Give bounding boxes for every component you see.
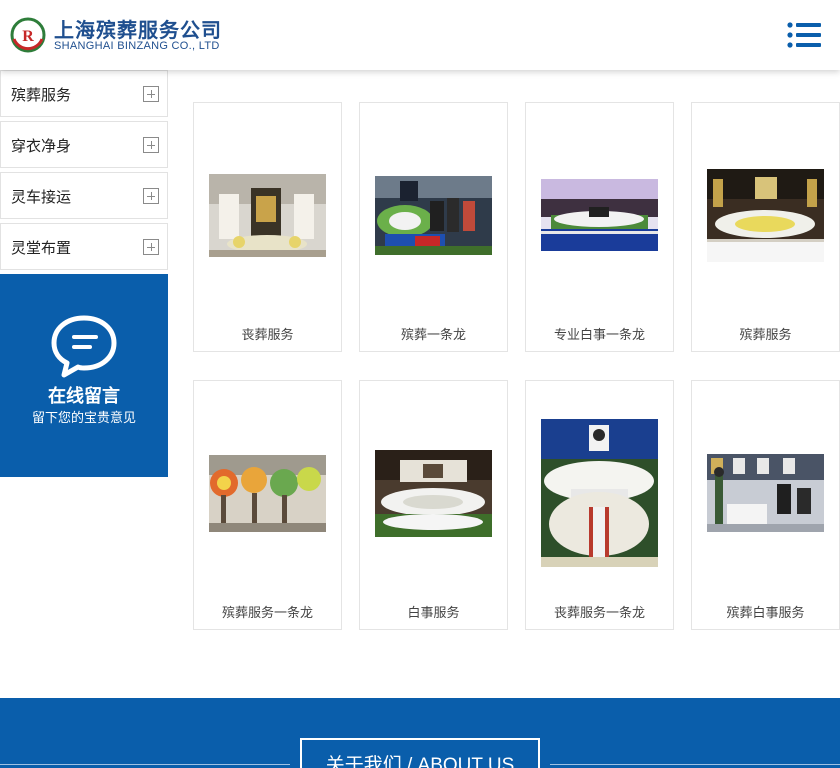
product-caption: 丧葬服务一条龙 [553,606,645,621]
product-card[interactable]: 专业白事一条龙 [525,102,674,352]
message-title: 在线留言 [48,386,120,407]
product-caption: 殡葬一条龙 [400,328,466,343]
sidebar-item-dressing[interactable]: 穿衣净身 [0,121,168,168]
message-subtitle: 留下您的宝贵意见 [31,411,136,426]
product-caption: 殡葬服务 [739,328,792,343]
product-photo[interactable] [375,450,492,537]
brand-name-cn: 上海殡葬服务公司 [54,18,222,42]
product-card[interactable]: 白事服务 [359,380,508,630]
expand-plus-icon[interactable] [143,239,159,255]
product-caption: 专业白事一条龙 [553,328,645,343]
product-photo[interactable] [707,454,824,532]
sidebar-item-label: 殡葬服务 [11,86,72,104]
sidebar-item-label: 灵车接运 [11,188,72,206]
sidebar-item-funeral-service[interactable]: 殡葬服务 [0,70,168,117]
online-message-panel[interactable]: 在线留言 留下您的宝贵意见 [0,274,168,477]
sidebar: 殡葬服务 穿衣净身 灵车接运 灵堂布置 [0,70,168,274]
footer-divider-left [0,764,290,765]
product-photo[interactable] [707,169,824,262]
product-photo[interactable] [209,174,326,257]
chat-bubble-icon [51,315,117,378]
product-card[interactable]: 殡葬服务 [691,102,840,352]
footer-band: 关于我们 / ABOUT US [0,698,840,768]
sidebar-item-hall-setup[interactable]: 灵堂布置 [0,223,168,270]
product-card[interactable]: 丧葬服务一条龙 [525,380,674,630]
product-photo[interactable] [541,179,658,251]
svg-text:R: R [22,28,34,45]
product-photo[interactable] [209,455,326,532]
product-photo[interactable] [541,419,658,567]
expand-plus-icon[interactable] [143,137,159,153]
product-caption: 殡葬白事服务 [726,606,805,621]
site-header: R 上海殡葬服务公司 SHANGHAI BINZANG CO., LTD [0,0,840,70]
about-us-heading[interactable]: 关于我们 / ABOUT US [300,738,540,768]
brand-name-en: SHANGHAI BINZANG CO., LTD [54,40,220,52]
sidebar-item-label: 灵堂布置 [11,239,72,257]
sidebar-item-hearse[interactable]: 灵车接运 [0,172,168,219]
menu-list-icon[interactable] [786,20,822,50]
expand-plus-icon[interactable] [143,86,159,102]
product-caption: 白事服务 [407,606,460,621]
product-card[interactable]: 殡葬服务一条龙 [193,380,342,630]
expand-plus-icon[interactable] [143,188,159,204]
product-card[interactable]: 丧葬服务 [193,102,342,352]
product-caption: 丧葬服务 [241,328,294,343]
product-card[interactable]: 殡葬一条龙 [359,102,508,352]
company-logo-icon[interactable]: R [10,17,46,53]
product-photo[interactable] [375,176,492,255]
product-card[interactable]: 殡葬白事服务 [691,380,840,630]
sidebar-item-label: 穿衣净身 [11,137,72,155]
footer-divider-right [550,764,840,765]
product-caption: 殡葬服务一条龙 [221,606,313,621]
